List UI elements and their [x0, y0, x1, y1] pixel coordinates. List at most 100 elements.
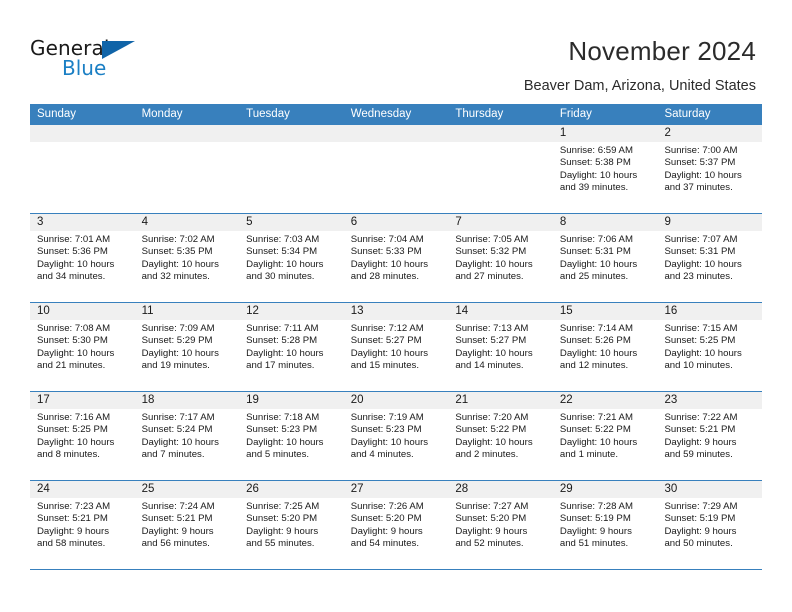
calendar-week-row: 17 Sunrise: 7:16 AM Sunset: 5:25 PM Dayligh…: [30, 392, 763, 481]
calendar-day-cell[interactable]: 10 Sunrise: 7:08 AM Sunset: 5:30 PM Dayligh…: [30, 303, 135, 391]
day-sun-info: Sunrise: 7:25 AM Sunset: 5:20 PM Daylight:…: [239, 498, 344, 550]
calendar-day-cell[interactable]: 27 Sunrise: 7:26 AM Sunset: 5:20 PM Dayligh…: [343, 481, 449, 569]
calendar-day-cell[interactable]: 21 Sunrise: 7:20 AM Sunset: 5:22 PM Dayligh…: [448, 392, 553, 480]
calendar-week-row: 3 Sunrise: 7:01 AM Sunset: 5:36 PM Daylight…: [30, 214, 763, 303]
day-daylight2-text: and 39 minutes.: [559, 181, 629, 193]
day-sunset-text: Sunset: 5:22 PM: [559, 424, 631, 436]
day-sun-info: Sunrise: 7:26 AM Sunset: 5:20 PM Daylight:…: [344, 498, 449, 550]
calendar-day-cell[interactable]: 7 Sunrise: 7:05 AM Sunset: 5:32 PM Daylight…: [448, 214, 553, 302]
day-daylight1-text: Daylight: 9 hours: [455, 525, 528, 537]
calendar-day-cell[interactable]: 1 Sunrise: 6:59 AM Sunset: 5:38 PM Daylight…: [552, 125, 658, 213]
day-number: 4: [134, 214, 240, 231]
calendar-day-cell[interactable]: 5 Sunrise: 7:03 AM Sunset: 5:34 PM Daylight…: [239, 214, 344, 302]
day-sunrise-text: Sunrise: 7:09 AM: [141, 323, 215, 334]
day-daylight1-text: Daylight: 10 hours: [350, 347, 429, 359]
day-daylight2-text: and 55 minutes.: [246, 537, 315, 549]
calendar-day-cell[interactable]: 28 Sunrise: 7:27 AM Sunset: 5:20 PM Dayligh…: [448, 481, 553, 569]
day-daylight2-text: and 51 minutes.: [559, 537, 629, 549]
general-blue-logo[interactable]: General Blue: [30, 36, 150, 82]
calendar-day-cell[interactable]: 29 Sunrise: 7:28 AM Sunset: 5:19 PM Dayligh…: [552, 481, 658, 569]
calendar-day-cell[interactable]: 12 Sunrise: 7:11 AM Sunset: 5:28 PM Dayligh…: [239, 303, 344, 391]
day-sun-info: Sunrise: 7:20 AM Sunset: 5:22 PM Daylight:…: [448, 409, 553, 461]
day-daylight2-text: and 5 minutes.: [246, 448, 310, 460]
day-number: [343, 125, 449, 142]
day-sunrise-text: Sunrise: 7:21 AM: [559, 412, 633, 423]
day-sunrise-text: Sunrise: 7:12 AM: [350, 323, 424, 334]
day-sunset-text: Sunset: 5:34 PM: [246, 246, 318, 258]
day-sun-info: Sunrise: 6:59 AM Sunset: 5:38 PM Daylight:…: [553, 142, 658, 194]
calendar-page: General Blue November 2024 Beaver Dam, A…: [0, 0, 792, 612]
day-sunset-text: Sunset: 5:27 PM: [455, 335, 527, 347]
day-sunrise-text: Sunrise: 7:01 AM: [37, 234, 111, 245]
calendar-day-cell[interactable]: 11 Sunrise: 7:09 AM Sunset: 5:29 PM Dayligh…: [134, 303, 240, 391]
day-sunset-text: Sunset: 5:31 PM: [559, 246, 631, 258]
day-number: [239, 125, 344, 142]
day-daylight2-text: and 58 minutes.: [37, 537, 106, 549]
day-sunrise-text: Sunrise: 7:22 AM: [664, 412, 738, 423]
calendar-day-cell[interactable]: 26 Sunrise: 7:25 AM Sunset: 5:20 PM Dayligh…: [239, 481, 344, 569]
calendar-day-cell[interactable]: 13 Sunrise: 7:12 AM Sunset: 5:27 PM Dayligh…: [343, 303, 449, 391]
day-sunset-text: Sunset: 5:21 PM: [37, 513, 108, 525]
calendar-day-cell[interactable]: 19 Sunrise: 7:18 AM Sunset: 5:23 PM Dayligh…: [239, 392, 344, 480]
calendar-day-cell[interactable]: 20 Sunrise: 7:19 AM Sunset: 5:23 PM Dayligh…: [343, 392, 449, 480]
day-sunset-text: Sunset: 5:31 PM: [664, 246, 736, 258]
weekday-saturday: Saturday: [664, 108, 711, 120]
calendar-day-cell[interactable]: 3 Sunrise: 7:01 AM Sunset: 5:36 PM Daylight…: [30, 214, 135, 302]
calendar-day-cell[interactable]: 9 Sunrise: 7:07 AM Sunset: 5:31 PM Daylight…: [657, 214, 763, 302]
day-daylight2-text: and 17 minutes.: [246, 359, 315, 371]
day-daylight1-text: Daylight: 10 hours: [559, 347, 638, 359]
calendar-day-cell[interactable]: 18 Sunrise: 7:17 AM Sunset: 5:24 PM Dayligh…: [134, 392, 240, 480]
day-daylight2-text: and 12 minutes.: [559, 359, 629, 371]
calendar-day-cell[interactable]: 6 Sunrise: 7:04 AM Sunset: 5:33 PM Daylight…: [343, 214, 449, 302]
day-sun-info: Sunrise: 7:18 AM Sunset: 5:23 PM Daylight:…: [239, 409, 344, 461]
day-daylight2-text: and 19 minutes.: [141, 359, 210, 371]
weekday-friday: Friday: [559, 108, 592, 120]
weekday-header-row: Sunday Monday Tuesday Wednesday Thursday…: [30, 104, 762, 125]
day-daylight2-text: and 30 minutes.: [246, 270, 315, 282]
day-sunset-text: Sunset: 5:21 PM: [141, 513, 213, 525]
calendar-day-cell[interactable]: 24 Sunrise: 7:23 AM Sunset: 5:21 PM Dayligh…: [30, 481, 135, 569]
day-daylight1-text: Daylight: 10 hours: [37, 258, 115, 270]
day-daylight1-text: Daylight: 10 hours: [141, 258, 219, 270]
day-daylight1-text: Daylight: 10 hours: [664, 347, 742, 359]
day-daylight1-text: Daylight: 9 hours: [664, 436, 737, 448]
calendar-grid: Sunday Monday Tuesday Wednesday Thursday…: [30, 104, 763, 570]
calendar-day-cell[interactable]: 15 Sunrise: 7:14 AM Sunset: 5:26 PM Dayligh…: [552, 303, 658, 391]
calendar-day-cell[interactable]: 4 Sunrise: 7:02 AM Sunset: 5:35 PM Daylight…: [134, 214, 240, 302]
day-sunset-text: Sunset: 5:38 PM: [559, 157, 631, 169]
day-sun-info: Sunrise: 7:17 AM Sunset: 5:24 PM Daylight:…: [135, 409, 240, 461]
day-daylight2-text: and 14 minutes.: [455, 359, 524, 371]
page-header: General Blue November 2024 Beaver Dam, A…: [0, 0, 792, 104]
day-sunset-text: Sunset: 5:37 PM: [664, 157, 736, 169]
calendar-day-cell[interactable]: 8 Sunrise: 7:06 AM Sunset: 5:31 PM Daylight…: [552, 214, 658, 302]
calendar-day-cell[interactable]: 25 Sunrise: 7:24 AM Sunset: 5:21 PM Dayligh…: [134, 481, 240, 569]
day-number: 2: [657, 125, 763, 142]
calendar-day-cell[interactable]: 14 Sunrise: 7:13 AM Sunset: 5:27 PM Dayligh…: [448, 303, 553, 391]
day-sun-info: Sunrise: 7:12 AM Sunset: 5:27 PM Daylight:…: [344, 320, 449, 372]
calendar-day-cell[interactable]: 17 Sunrise: 7:16 AM Sunset: 5:25 PM Dayligh…: [30, 392, 135, 480]
day-number: 1: [552, 125, 658, 142]
day-sunset-text: Sunset: 5:30 PM: [37, 335, 108, 347]
day-daylight1-text: Daylight: 10 hours: [141, 436, 219, 448]
day-daylight2-text: and 52 minutes.: [455, 537, 524, 549]
day-daylight2-text: and 25 minutes.: [559, 270, 629, 282]
day-daylight1-text: Daylight: 10 hours: [559, 258, 638, 270]
day-sun-info: Sunrise: 7:02 AM Sunset: 5:35 PM Daylight:…: [135, 231, 240, 283]
day-number: 6: [343, 214, 449, 231]
day-sunrise-text: Sunrise: 7:23 AM: [37, 501, 111, 512]
calendar-day-cell[interactable]: 22 Sunrise: 7:21 AM Sunset: 5:22 PM Dayligh…: [552, 392, 658, 480]
day-daylight1-text: Daylight: 9 hours: [37, 525, 109, 537]
day-sunset-text: Sunset: 5:33 PM: [350, 246, 422, 258]
day-sun-info: Sunrise: 7:08 AM Sunset: 5:30 PM Daylight:…: [30, 320, 135, 372]
day-sunrise-text: Sunrise: 7:04 AM: [350, 234, 424, 245]
day-number: 26: [239, 481, 344, 498]
calendar-day-cell[interactable]: 2 Sunrise: 7:00 AM Sunset: 5:37 PM Daylight…: [657, 125, 763, 213]
calendar-day-cell[interactable]: 16 Sunrise: 7:15 AM Sunset: 5:25 PM Dayligh…: [657, 303, 763, 391]
calendar-day-cell[interactable]: 30 Sunrise: 7:29 AM Sunset: 5:19 PM Dayligh…: [657, 481, 763, 569]
day-sun-info: Sunrise: 7:03 AM Sunset: 5:34 PM Daylight:…: [239, 231, 344, 283]
weekday-tuesday: Tuesday: [246, 108, 290, 120]
day-sunset-text: Sunset: 5:32 PM: [455, 246, 527, 258]
day-daylight2-text: and 27 minutes.: [455, 270, 524, 282]
calendar-day-cell[interactable]: 23 Sunrise: 7:22 AM Sunset: 5:21 PM Dayligh…: [657, 392, 763, 480]
day-number: 15: [552, 303, 658, 320]
